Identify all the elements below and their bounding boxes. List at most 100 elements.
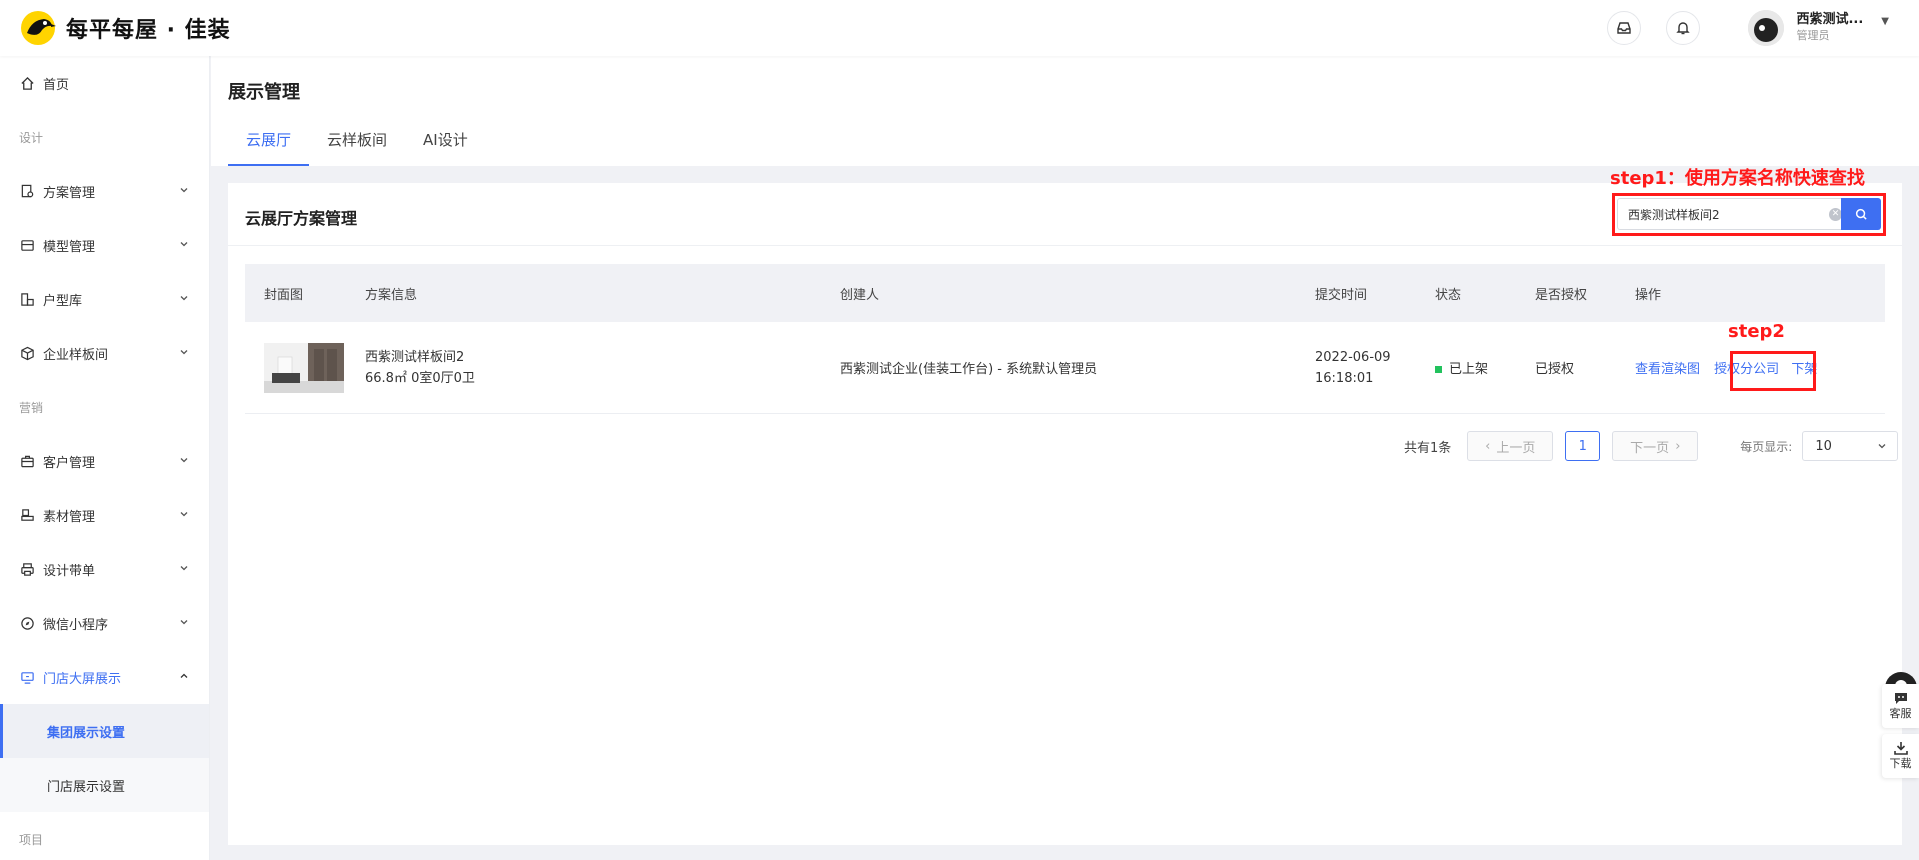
avatar[interactable] <box>1748 10 1785 46</box>
chevron-down-icon <box>179 184 189 199</box>
column-header: 封面图 <box>264 287 304 303</box>
tab-ai-design[interactable]: AI设计 <box>405 120 486 166</box>
column-header: 状态 <box>1435 287 1462 303</box>
briefcase-icon <box>19 453 35 469</box>
chevron-down-icon <box>179 508 189 523</box>
column-header: 方案信息 <box>365 287 418 303</box>
status-badge: 已上架 <box>1435 358 1535 377</box>
box-icon <box>19 237 35 253</box>
compass-icon <box>19 615 35 631</box>
inbox-icon <box>1617 22 1632 34</box>
caret-down-icon[interactable]: ▼ <box>1881 16 1889 27</box>
brand-logo[interactable]: 每平每屋 · 佳装 <box>18 8 231 48</box>
sidebar-item-label: 门店大屏展示 <box>43 671 122 687</box>
sidebar-item-store-display[interactable]: 门店大屏展示 <box>0 650 209 704</box>
customer-service-button[interactable]: 客服 <box>1882 684 1919 728</box>
tab-cloud-showroom[interactable]: 云展厅 <box>228 120 310 166</box>
chevron-down-icon <box>179 238 189 253</box>
chevron-down-icon <box>1877 440 1887 455</box>
sidebar-item-label: 方案管理 <box>43 185 96 201</box>
home-icon <box>19 75 35 91</box>
sidebar-item-label: 素材管理 <box>43 509 96 525</box>
plan-table: 封面图 方案信息 创建人 提交时间 状态 是否授权 操作 西紫测试样板间2 66… <box>245 264 1885 414</box>
plan-info: 西紫测试样板间2 66.8㎡ 0室0厅0卫 <box>365 347 840 389</box>
inbox-button[interactable] <box>1607 11 1642 45</box>
sidebar-item-label: 企业样板间 <box>43 347 109 363</box>
submit-clock: 16:18:01 <box>1315 370 1374 386</box>
chevron-down-icon <box>179 292 189 307</box>
annotation-box-authorize <box>1730 351 1816 391</box>
table-row: 西紫测试样板间2 66.8㎡ 0室0厅0卫 西紫测试企业(佳装工作台) - 系统… <box>245 322 1885 414</box>
annotation-step2: step2 <box>1728 321 1785 342</box>
user-role: 管理员 <box>1796 29 1830 42</box>
chevron-left-icon: ‹ <box>1485 438 1491 454</box>
chevron-right-icon: › <box>1675 438 1681 454</box>
customer-service-label: 客服 <box>1889 707 1912 720</box>
sidebar-item-label: 户型库 <box>43 293 83 309</box>
chevron-up-icon <box>179 670 189 685</box>
sidebar-subitem-store-display-settings[interactable]: 门店展示设置 <box>0 758 209 812</box>
pagination: 共有1条 ‹ 上一页 1 下一页 › 每页显示: 10 <box>1404 431 1899 461</box>
status-text: 已上架 <box>1449 362 1489 377</box>
chevron-down-icon <box>179 346 189 361</box>
sidebar: 首页 设计 方案管理 模型管理 户型库 企业样板间 营销 客户管理 素材管理 设… <box>0 56 210 860</box>
page-size-select[interactable]: 10 <box>1802 431 1899 461</box>
brand-bird-icon <box>18 8 58 48</box>
sidebar-item-label: 微信小程序 <box>43 617 109 633</box>
notification-button[interactable] <box>1666 11 1701 45</box>
divider <box>228 245 1902 246</box>
chevron-down-icon <box>179 454 189 469</box>
bell-icon <box>1676 22 1691 35</box>
printer-icon <box>19 561 35 577</box>
total-count: 共有1条 <box>1404 440 1452 456</box>
page-size-value: 10 <box>1815 438 1832 454</box>
next-page-button[interactable]: 下一页 › <box>1612 431 1699 461</box>
sidebar-item-label: 客户管理 <box>43 455 96 471</box>
status-dot-icon <box>1435 366 1442 373</box>
download-button[interactable]: 下载 <box>1882 734 1919 778</box>
prev-page-label: 上一页 <box>1496 440 1536 456</box>
cube-icon <box>19 345 35 361</box>
sidebar-item-wechat-miniprogram[interactable]: 微信小程序 <box>0 596 209 650</box>
download-label: 下载 <box>1889 757 1912 770</box>
top-header: 每平每屋 · 佳装 西紫测试... 管理员 ▼ <box>0 0 1919 56</box>
creator: 西紫测试企业(佳装工作台) - 系统默认管理员 <box>840 362 1098 377</box>
cover-image[interactable] <box>264 342 344 393</box>
sidebar-item-model-management[interactable]: 模型管理 <box>0 218 209 272</box>
prev-page-button[interactable]: ‹ 上一页 <box>1467 431 1554 461</box>
download-icon <box>1893 742 1908 755</box>
monitor-icon <box>19 669 35 685</box>
page-header: 展示管理 云展厅 云样板间 AI设计 <box>211 56 1919 166</box>
chevron-down-icon <box>179 616 189 631</box>
sidebar-group-design: 设计 <box>19 130 44 145</box>
showroom-plan-card: 云展厅方案管理 西紫测试样板间2 ✕ step1：使用方案名称快速查找 封面图 … <box>228 168 1902 845</box>
user-name: 西紫测试... <box>1796 12 1864 27</box>
sidebar-item-label: 模型管理 <box>43 239 96 255</box>
plan-name[interactable]: 西紫测试样板间2 <box>365 347 840 368</box>
sidebar-item-plan-management[interactable]: 方案管理 <box>0 164 209 218</box>
sidebar-item-design-order[interactable]: 设计带单 <box>0 542 209 596</box>
sidebar-item-enterprise-showroom[interactable]: 企业样板间 <box>0 326 209 380</box>
submit-time: 2022-06-09 16:18:01 <box>1315 347 1435 389</box>
chevron-down-icon <box>179 562 189 577</box>
sidebar-item-floorplan-library[interactable]: 户型库 <box>0 272 209 326</box>
sidebar-subitem-group-display-settings[interactable]: 集团展示设置 <box>0 704 209 758</box>
sidebar-item-label: 设计带单 <box>43 563 96 579</box>
view-render-link[interactable]: 查看渲染图 <box>1635 362 1700 377</box>
column-header: 创建人 <box>840 287 880 303</box>
next-page-label: 下一页 <box>1630 440 1670 456</box>
brand-name: 每平每屋 · 佳装 <box>66 18 231 43</box>
tab-cloud-sample-room[interactable]: 云样板间 <box>309 120 405 166</box>
sidebar-item-customer-management[interactable]: 客户管理 <box>0 434 209 488</box>
submit-date: 2022-06-09 <box>1315 349 1391 365</box>
annotation-step1: step1：使用方案名称快速查找 <box>1610 168 1865 189</box>
card-title: 云展厅方案管理 <box>245 209 358 228</box>
document-search-icon <box>19 183 35 199</box>
tab-bar: 云展厅 云样板间 AI设计 <box>228 120 486 166</box>
sidebar-item-home[interactable]: 首页 <box>0 56 209 110</box>
sidebar-group-project: 项目 <box>19 832 44 847</box>
page-number[interactable]: 1 <box>1565 431 1601 461</box>
page-title: 展示管理 <box>228 82 300 103</box>
user-info[interactable]: 西紫测试... 管理员 <box>1796 12 1863 44</box>
sidebar-item-material-management[interactable]: 素材管理 <box>0 488 209 542</box>
